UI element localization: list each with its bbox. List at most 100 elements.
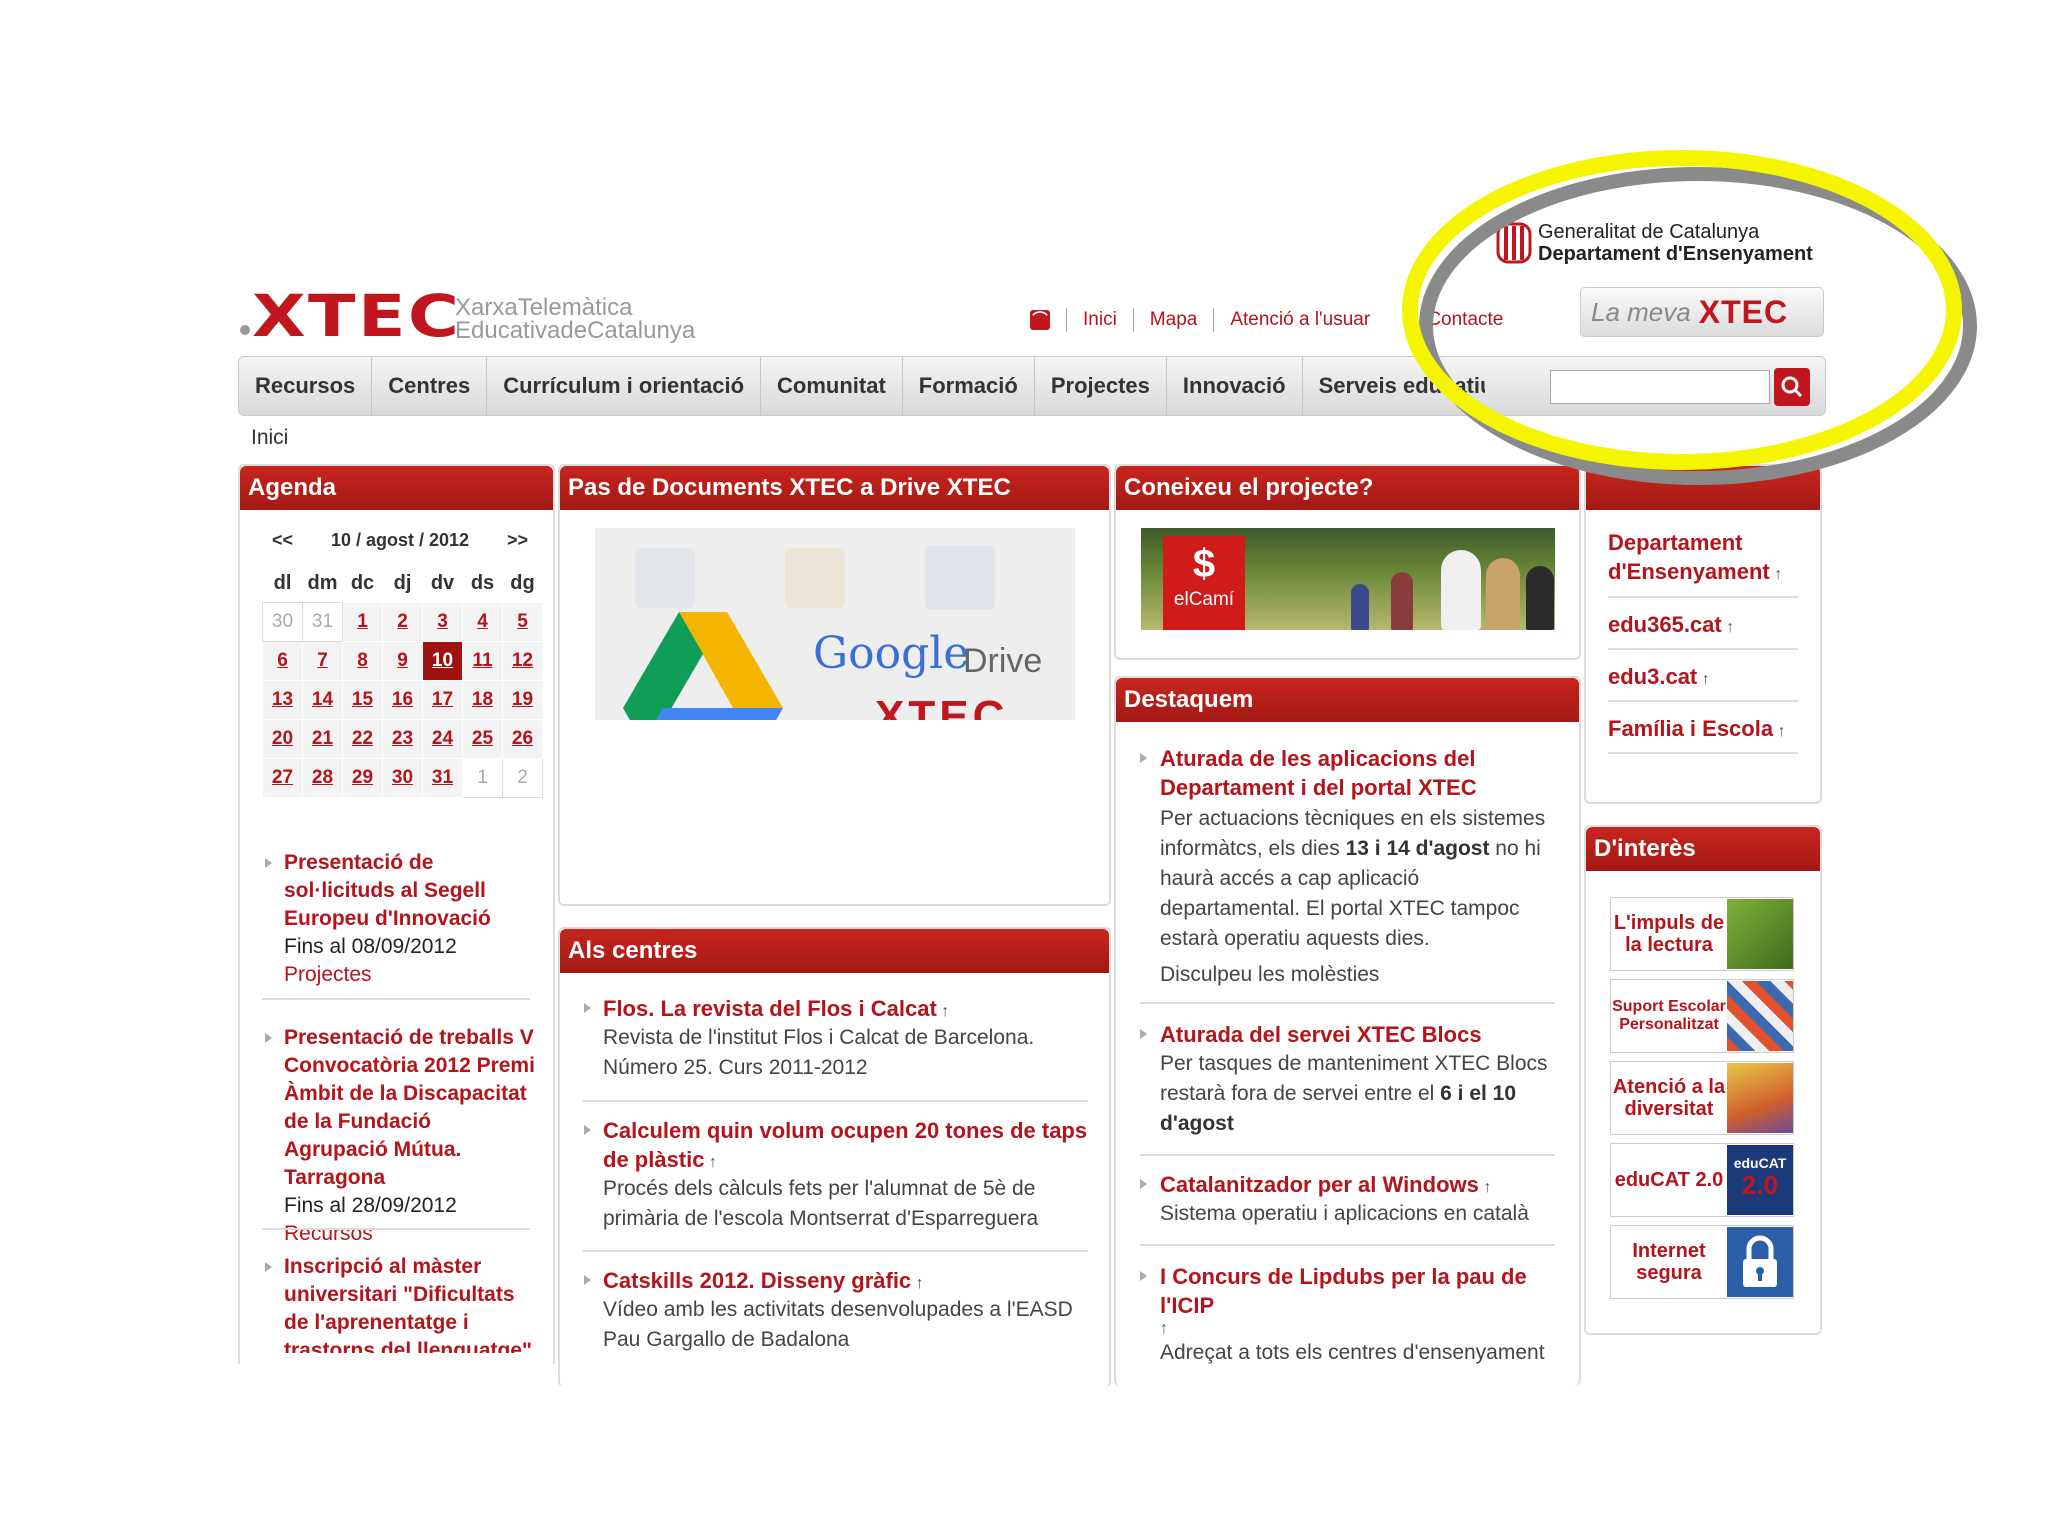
search-input[interactable] bbox=[1550, 370, 1770, 404]
nav-item-curriculum[interactable]: Currículum i orientació bbox=[487, 357, 762, 415]
event-title[interactable]: Presentació de sol·licituds al Segell Eu… bbox=[284, 849, 536, 933]
destaquem-item-title[interactable]: Aturada de les aplicacions del Departame… bbox=[1160, 744, 1560, 802]
interes-diversitat[interactable]: Atenció a la diversitat bbox=[1610, 1061, 1794, 1135]
top-link-atencio[interactable]: Atenció a l'usuari bbox=[1230, 309, 1370, 331]
padlock-shape bbox=[1743, 1235, 1777, 1287]
search-button[interactable] bbox=[1774, 368, 1810, 406]
calendar-day[interactable]: 13 bbox=[262, 680, 303, 720]
divider bbox=[1066, 308, 1067, 332]
nav-item-comunitat[interactable]: Comunitat bbox=[761, 357, 903, 415]
divider bbox=[583, 1100, 1088, 1102]
calendar-day[interactable]: 21 bbox=[302, 719, 343, 759]
rss-icon[interactable]: ⌒ bbox=[1030, 310, 1050, 330]
interes-lectura[interactable]: L'impuls de la lectura bbox=[1610, 897, 1794, 971]
logo-dot bbox=[240, 325, 250, 335]
calendar-day[interactable]: 15 bbox=[342, 680, 383, 720]
bullet-icon bbox=[265, 1033, 272, 1043]
destaquem-item-title[interactable]: Catalanitzador per al Windows bbox=[1160, 1172, 1479, 1197]
link-familia[interactable]: Família i Escola bbox=[1608, 716, 1773, 741]
calendar-day[interactable]: 18 bbox=[462, 680, 503, 720]
drive-wordmark: Drive bbox=[963, 642, 1043, 680]
interes-educat[interactable]: eduCAT 2.0 eduCAT 2.0 bbox=[1610, 1143, 1794, 1217]
calendar-day[interactable]: 29 bbox=[342, 758, 383, 798]
calendar-day[interactable]: 24 bbox=[422, 719, 463, 759]
top-link-contacte[interactable]: Contacte bbox=[1427, 309, 1503, 331]
divider bbox=[1140, 1244, 1555, 1246]
breadcrumb[interactable]: Inici bbox=[251, 426, 288, 450]
nav-item-serveis[interactable]: Serveis educatius bbox=[1303, 357, 1485, 415]
weekday: dm bbox=[307, 571, 338, 594]
calendar-day[interactable]: 7 bbox=[302, 641, 343, 681]
calendar-day[interactable]: 17 bbox=[422, 680, 463, 720]
calendar-day[interactable]: 20 bbox=[262, 719, 303, 759]
calendar-day[interactable]: 26 bbox=[502, 719, 543, 759]
la-meva-xtec-button[interactable]: La meva XTEC bbox=[1580, 287, 1824, 337]
book-hand-icon bbox=[1727, 899, 1793, 969]
elcami-banner-image[interactable]: $ elCamí bbox=[1141, 528, 1555, 630]
calendar-day[interactable]: 8 bbox=[342, 641, 383, 681]
nav-item-recursos[interactable]: Recursos bbox=[239, 357, 373, 415]
top-link-mapa[interactable]: Mapa bbox=[1150, 309, 1198, 331]
destaquem-item: Aturada de les aplicacions del Departame… bbox=[1140, 744, 1560, 990]
calendar-day[interactable]: 5 bbox=[502, 602, 543, 642]
calendar-day: 31 bbox=[302, 602, 343, 642]
calendar-day: 30 bbox=[262, 602, 303, 642]
nav-item-innovacio[interactable]: Innovació bbox=[1167, 357, 1303, 415]
calendar-day[interactable]: 31 bbox=[422, 758, 463, 798]
calendar-next[interactable]: >> bbox=[507, 530, 528, 551]
calendar-day[interactable]: 14 bbox=[302, 680, 343, 720]
event-title[interactable]: Presentació de treballs V Convocatòria 2… bbox=[284, 1024, 536, 1192]
calendar-day[interactable]: 1 bbox=[342, 602, 383, 642]
gencat-logo[interactable]: Generalitat de Catalunya Departament d'E… bbox=[1496, 220, 1813, 266]
centres-item-title[interactable]: Flos. La revista del Flos i Calcat bbox=[603, 996, 937, 1021]
event-category[interactable]: Recursos bbox=[284, 1220, 536, 1248]
calendar-day[interactable]: 28 bbox=[302, 758, 343, 798]
destaquem-item-title[interactable]: I Concurs de Lipdubs per la pau de l'ICI… bbox=[1160, 1262, 1560, 1320]
calendar-day[interactable]: 27 bbox=[262, 758, 303, 798]
nav-item-formacio[interactable]: Formació bbox=[903, 357, 1035, 415]
links-list: Departament d'Ensenyament ↑ edu365.cat ↑… bbox=[1608, 528, 1798, 754]
interes-suport-escolar[interactable]: Suport Escolar Personalitzat bbox=[1610, 979, 1794, 1053]
calendar-day[interactable]: 22 bbox=[342, 719, 383, 759]
calendar-day[interactable]: 30 bbox=[382, 758, 423, 798]
calendar-day[interactable]: 25 bbox=[462, 719, 503, 759]
calendar-day[interactable]: 11 bbox=[462, 641, 503, 681]
bullet-icon bbox=[584, 1003, 591, 1013]
destaquem-item-title[interactable]: Aturada del servei XTEC Blocs bbox=[1160, 1020, 1560, 1049]
destaquem-item: Aturada del servei XTEC Blocs Per tasque… bbox=[1140, 1020, 1560, 1139]
calendar-day[interactable]: 4 bbox=[462, 602, 503, 642]
nav-item-projectes[interactable]: Projectes bbox=[1035, 357, 1167, 415]
nav-item-centres[interactable]: Centres bbox=[372, 357, 488, 415]
calendar-week: 20 21 22 23 24 25 26 bbox=[262, 719, 543, 759]
calendar-day[interactable]: 9 bbox=[382, 641, 423, 681]
external-link-icon: ↑ bbox=[915, 1275, 924, 1292]
gencat-name: Generalitat de Catalunya bbox=[1538, 221, 1760, 243]
calendar-day[interactable]: 6 bbox=[262, 641, 303, 681]
event-title[interactable]: Inscripció al màster universitari "Dific… bbox=[284, 1253, 536, 1353]
link-edu365[interactable]: edu365.cat bbox=[1608, 612, 1722, 637]
calendar-day[interactable]: 16 bbox=[382, 680, 423, 720]
centres-item: Flos. La revista del Flos i Calcat ↑ Rev… bbox=[584, 994, 1089, 1083]
calendar-day[interactable]: 12 bbox=[502, 641, 543, 681]
destaquem-item-note: Disculpeu les molèsties bbox=[1160, 963, 1380, 986]
calendar-day[interactable]: 2 bbox=[382, 602, 423, 642]
event-category[interactable]: Projectes bbox=[284, 961, 536, 989]
centres-item-title[interactable]: Calculem quin volum ocupen 20 tones de t… bbox=[603, 1118, 1087, 1172]
projecte-panel-title[interactable]: Coneixeu el projecte? bbox=[1116, 466, 1579, 510]
google-wordmark: Google bbox=[813, 628, 970, 679]
calendar-day-today[interactable]: 10 bbox=[422, 641, 463, 681]
drive-panel-title[interactable]: Pas de Documents XTEC a Drive XTEC bbox=[560, 466, 1109, 510]
interes-internet-segura[interactable]: Internet segura bbox=[1610, 1225, 1794, 1299]
calendar-prev[interactable]: << bbox=[272, 530, 293, 551]
bullet-icon bbox=[584, 1125, 591, 1135]
top-link-inici[interactable]: Inici bbox=[1083, 309, 1117, 331]
calendar-day[interactable]: 19 bbox=[502, 680, 543, 720]
link-departament[interactable]: Departament d'Ensenyament bbox=[1608, 530, 1770, 584]
link-edu3[interactable]: edu3.cat bbox=[1608, 664, 1697, 689]
drive-banner-image[interactable]: Google Drive XTEC bbox=[595, 528, 1075, 720]
xtec-logo[interactable]: XTEC bbox=[252, 282, 461, 350]
calendar-day[interactable]: 3 bbox=[422, 602, 463, 642]
hikers-figure bbox=[1441, 550, 1481, 630]
centres-item-title[interactable]: Catskills 2012. Disseny gràfic bbox=[603, 1268, 911, 1293]
calendar-day[interactable]: 23 bbox=[382, 719, 423, 759]
